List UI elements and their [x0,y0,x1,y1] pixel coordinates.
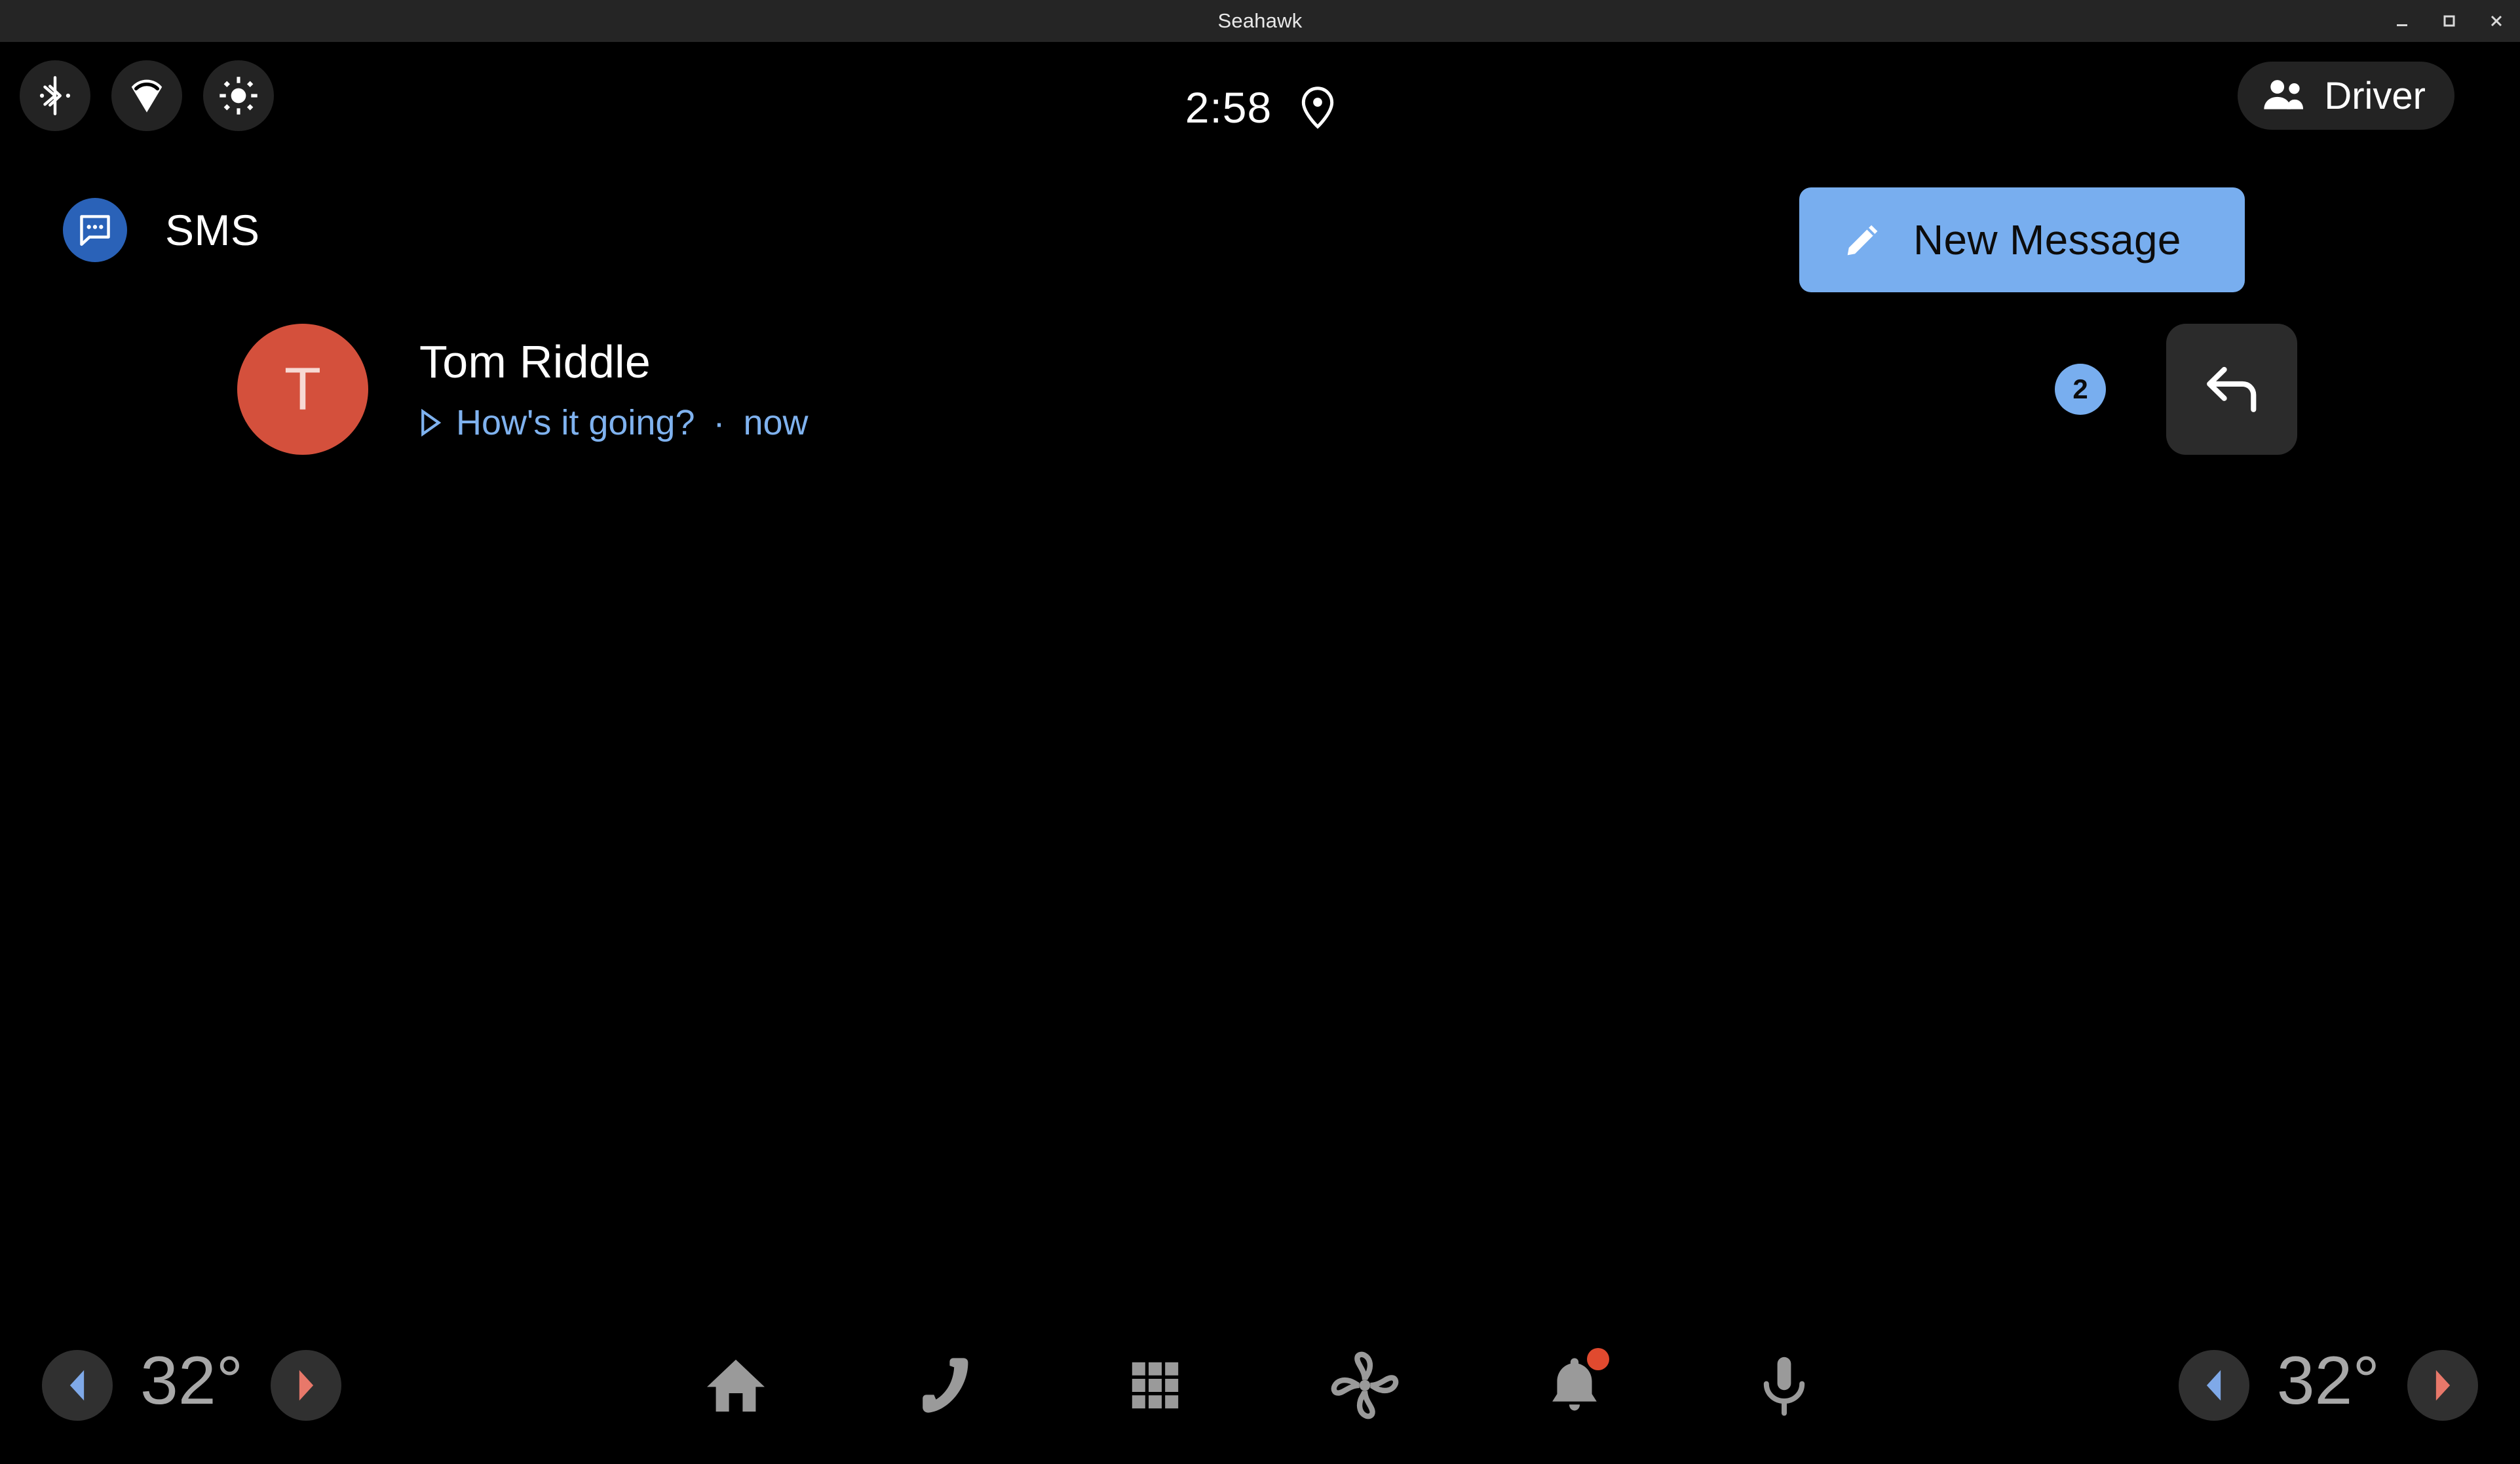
temperature-value-right: 32° [2276,1342,2380,1419]
message-preview-row: How's it going? · now [419,402,809,443]
maximize-icon [2443,15,2455,27]
close-button[interactable] [2473,0,2520,42]
window-controls [2378,0,2520,42]
message-preview: How's it going? [456,403,695,442]
sms-chat-icon [63,198,127,262]
home-icon [707,1359,765,1412]
reply-button[interactable] [2166,324,2297,455]
nav-item-notifications[interactable] [1532,1343,1617,1428]
window-title: Seahawk [1217,9,1303,32]
app-header: SMS New Message [0,173,2520,304]
page-title: SMS [165,206,260,254]
maximize-button[interactable] [2426,0,2473,42]
triangle-right-icon [2435,1370,2451,1401]
conversation-row[interactable]: T Tom Riddle How's it going? · now 2 [0,304,2520,474]
conversation-actions: 2 [2055,304,2297,474]
status-center: 2:58 [0,42,2520,173]
play-triangle-icon[interactable] [419,409,442,436]
preview-separator: · [713,403,725,442]
nav-item-assistant[interactable] [1742,1343,1827,1428]
minimize-icon [2397,24,2407,26]
microphone-icon [1763,1357,1805,1416]
nav-item-climate[interactable] [1322,1343,1407,1428]
new-message-button[interactable]: New Message [1799,187,2245,292]
nav-center-items [0,1307,2520,1464]
conversation-list: T Tom Riddle How's it going? · now 2 [0,304,2520,474]
people-icon [2262,77,2307,115]
bottom-nav-bar: 32° 32° [0,1307,2520,1464]
contact-name: Tom Riddle [419,336,651,387]
status-bar: 2:58 Driver [0,42,2520,173]
phone-icon [923,1358,968,1413]
minimize-button[interactable] [2378,0,2426,42]
nav-item-apps[interactable] [1113,1343,1198,1428]
clock: 2:58 [1185,83,1272,132]
triangle-left-icon [2206,1370,2221,1401]
app-identity: SMS [63,198,260,262]
nav-item-home[interactable] [693,1343,778,1428]
driver-label: Driver [2324,74,2426,117]
nav-item-phone[interactable] [903,1343,988,1428]
conversation-text: Tom Riddle How's it going? · now [419,336,809,443]
pencil-icon [1844,218,1884,262]
new-message-label: New Message [1913,216,2181,263]
location-pin-icon [1301,86,1335,129]
window-titlebar: Seahawk [0,0,2520,42]
notification-badge-dot [1587,1348,1609,1370]
fan-climate-icon [1331,1351,1399,1419]
avatar: T [237,324,368,455]
temperature-control-right: 32° [2178,1307,2478,1464]
avatar-initial: T [284,355,322,423]
temp-increase-button-right[interactable] [2407,1350,2478,1421]
message-timestamp: now [743,403,809,442]
close-icon [2491,15,2502,27]
apps-grid-icon [1132,1362,1179,1409]
reply-arrow-icon [2207,366,2257,412]
driver-profile-button[interactable]: Driver [2238,62,2454,130]
temp-decrease-button-right[interactable] [2178,1350,2249,1421]
status-badge: 2 [2055,364,2106,415]
car-screen: 2:58 Driver SMS New Message T Tom Riddle… [0,42,2520,1464]
status-right: Driver [2238,62,2454,130]
